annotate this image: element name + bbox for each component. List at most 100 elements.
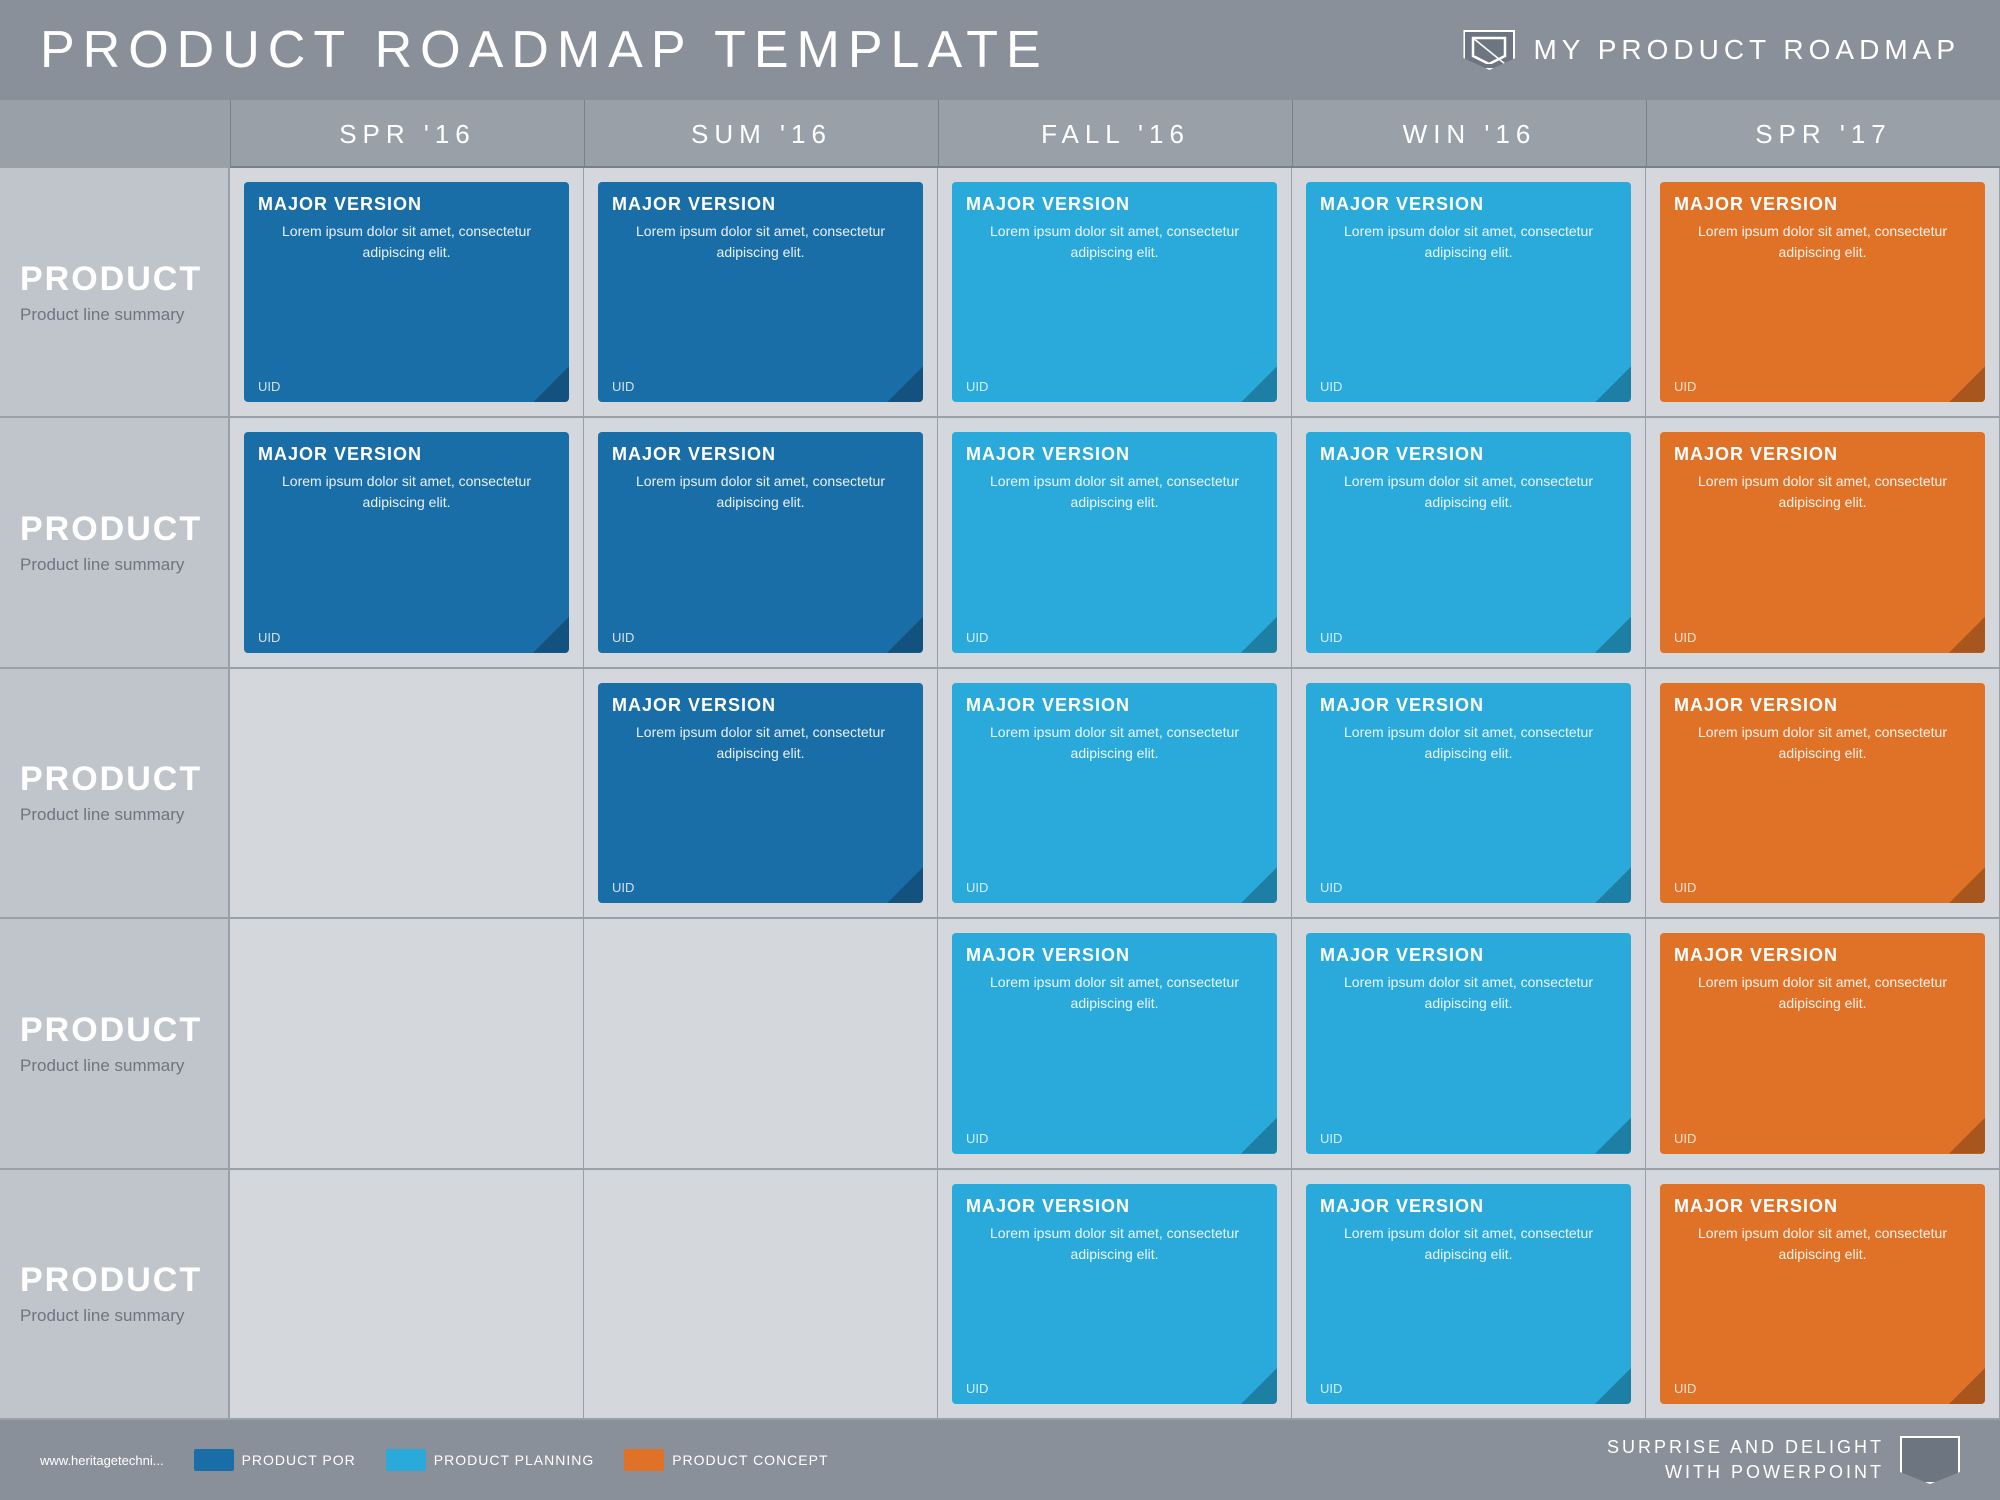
- cell-r4-c2: MAJOR VERSION Lorem ipsum dolor sit amet…: [938, 1170, 1292, 1420]
- card-r2-c1: MAJOR VERSION Lorem ipsum dolor sit amet…: [598, 683, 923, 903]
- cell-r2-c3: MAJOR VERSION Lorem ipsum dolor sit amet…: [1292, 669, 1646, 919]
- legend-label-2: PRODUCT PLANNING: [434, 1452, 594, 1468]
- card-r1-c2: MAJOR VERSION Lorem ipsum dolor sit amet…: [952, 432, 1277, 652]
- card-body-r0-c4: Lorem ipsum dolor sit amet, consectetur …: [1674, 221, 1971, 373]
- product-label-3: PRODUCT Product line summary: [0, 919, 230, 1169]
- header: PRODUCT ROADMAP TEMPLATE MY PRODUCT ROAD…: [0, 0, 2000, 100]
- grid-body: PRODUCT Product line summary MAJOR VERSI…: [0, 168, 2000, 1420]
- header-logo-icon: [1463, 30, 1515, 70]
- card-title-r0-c3: MAJOR VERSION: [1320, 194, 1617, 215]
- card-title-r2-c4: MAJOR VERSION: [1674, 695, 1971, 716]
- card-uid-r1-c1: UID: [612, 630, 909, 645]
- card-r1-c1: MAJOR VERSION Lorem ipsum dolor sit amet…: [598, 432, 923, 652]
- card-body-r1-c0: Lorem ipsum dolor sit amet, consectetur …: [258, 471, 555, 623]
- cell-r2-c1: MAJOR VERSION Lorem ipsum dolor sit amet…: [584, 669, 938, 919]
- cell-r4-c4: MAJOR VERSION Lorem ipsum dolor sit amet…: [1646, 1170, 2000, 1420]
- product-label-4: PRODUCT Product line summary: [0, 1170, 230, 1420]
- card-body-r0-c0: Lorem ipsum dolor sit amet, consectetur …: [258, 221, 555, 373]
- card-r1-c0: MAJOR VERSION Lorem ipsum dolor sit amet…: [244, 432, 569, 652]
- card-title-r3-c4: MAJOR VERSION: [1674, 945, 1971, 966]
- col-header-sum16: SUM '16: [584, 100, 938, 168]
- card-title-r0-c2: MAJOR VERSION: [966, 194, 1263, 215]
- cell-r4-c0: [230, 1170, 584, 1420]
- cell-r4-c1: [584, 1170, 938, 1420]
- cell-r0-c0: MAJOR VERSION Lorem ipsum dolor sit amet…: [230, 168, 584, 418]
- legend-item-2: PRODUCT PLANNING: [386, 1449, 594, 1471]
- card-uid-r3-c4: UID: [1674, 1131, 1971, 1146]
- card-title-r4-c2: MAJOR VERSION: [966, 1196, 1263, 1217]
- card-uid-r0-c1: UID: [612, 379, 909, 394]
- card-uid-r2-c3: UID: [1320, 880, 1617, 895]
- card-body-r1-c2: Lorem ipsum dolor sit amet, consectetur …: [966, 471, 1263, 623]
- card-uid-r0-c3: UID: [1320, 379, 1617, 394]
- card-r2-c2: MAJOR VERSION Lorem ipsum dolor sit amet…: [952, 683, 1277, 903]
- card-r4-c3: MAJOR VERSION Lorem ipsum dolor sit amet…: [1306, 1184, 1631, 1404]
- footer-logo: [1900, 1436, 1960, 1484]
- footer-right: SURPRISE AND DELIGHT WITH POWERPOINT: [1607, 1435, 1960, 1485]
- card-title-r2-c3: MAJOR VERSION: [1320, 695, 1617, 716]
- card-title-r1-c3: MAJOR VERSION: [1320, 444, 1617, 465]
- cell-r3-c4: MAJOR VERSION Lorem ipsum dolor sit amet…: [1646, 919, 2000, 1169]
- cell-r2-c4: MAJOR VERSION Lorem ipsum dolor sit amet…: [1646, 669, 2000, 919]
- card-body-r2-c2: Lorem ipsum dolor sit amet, consectetur …: [966, 722, 1263, 874]
- card-r0-c1: MAJOR VERSION Lorem ipsum dolor sit amet…: [598, 182, 923, 402]
- cell-r2-c2: MAJOR VERSION Lorem ipsum dolor sit amet…: [938, 669, 1292, 919]
- footer-site: www.heritagetechni...: [40, 1453, 164, 1468]
- card-uid-r4-c4: UID: [1674, 1381, 1971, 1396]
- header-right: MY PRODUCT ROADMAP: [1463, 30, 1960, 70]
- card-title-r3-c2: MAJOR VERSION: [966, 945, 1263, 966]
- cell-r4-c3: MAJOR VERSION Lorem ipsum dolor sit amet…: [1292, 1170, 1646, 1420]
- card-body-r0-c2: Lorem ipsum dolor sit amet, consectetur …: [966, 221, 1263, 373]
- card-r3-c4: MAJOR VERSION Lorem ipsum dolor sit amet…: [1660, 933, 1985, 1153]
- product-name-1: PRODUCT: [20, 510, 202, 549]
- cell-r0-c4: MAJOR VERSION Lorem ipsum dolor sit amet…: [1646, 168, 2000, 418]
- header-brand: MY PRODUCT ROADMAP: [1533, 34, 1960, 66]
- card-body-r3-c2: Lorem ipsum dolor sit amet, consectetur …: [966, 972, 1263, 1124]
- product-summary-4: Product line summary: [20, 1306, 184, 1326]
- card-uid-r1-c2: UID: [966, 630, 1263, 645]
- cell-r0-c1: MAJOR VERSION Lorem ipsum dolor sit amet…: [584, 168, 938, 418]
- card-r0-c4: MAJOR VERSION Lorem ipsum dolor sit amet…: [1660, 182, 1985, 402]
- product-summary-1: Product line summary: [20, 555, 184, 575]
- card-r3-c2: MAJOR VERSION Lorem ipsum dolor sit amet…: [952, 933, 1277, 1153]
- footer: www.heritagetechni... PRODUCT POR PRODUC…: [0, 1420, 2000, 1500]
- card-uid-r0-c2: UID: [966, 379, 1263, 394]
- col-header-empty: [0, 100, 230, 168]
- product-label-0: PRODUCT Product line summary: [0, 168, 230, 418]
- card-uid-r2-c1: UID: [612, 880, 909, 895]
- cell-r3-c3: MAJOR VERSION Lorem ipsum dolor sit amet…: [1292, 919, 1646, 1169]
- card-title-r4-c4: MAJOR VERSION: [1674, 1196, 1971, 1217]
- card-body-r3-c3: Lorem ipsum dolor sit amet, consectetur …: [1320, 972, 1617, 1124]
- card-title-r1-c0: MAJOR VERSION: [258, 444, 555, 465]
- footer-left: www.heritagetechni... PRODUCT POR PRODUC…: [40, 1449, 829, 1471]
- card-body-r2-c1: Lorem ipsum dolor sit amet, consectetur …: [612, 722, 909, 874]
- card-title-r2-c1: MAJOR VERSION: [612, 695, 909, 716]
- card-uid-r1-c0: UID: [258, 630, 555, 645]
- legend-item-1: PRODUCT POR: [194, 1449, 356, 1471]
- cell-r3-c1: [584, 919, 938, 1169]
- card-body-r2-c4: Lorem ipsum dolor sit amet, consectetur …: [1674, 722, 1971, 874]
- card-r0-c3: MAJOR VERSION Lorem ipsum dolor sit amet…: [1306, 182, 1631, 402]
- cell-r1-c3: MAJOR VERSION Lorem ipsum dolor sit amet…: [1292, 418, 1646, 668]
- card-title-r1-c2: MAJOR VERSION: [966, 444, 1263, 465]
- card-body-r2-c3: Lorem ipsum dolor sit amet, consectetur …: [1320, 722, 1617, 874]
- legend-label-3: PRODUCT CONCEPT: [672, 1452, 828, 1468]
- card-r1-c3: MAJOR VERSION Lorem ipsum dolor sit amet…: [1306, 432, 1631, 652]
- card-uid-r3-c3: UID: [1320, 1131, 1617, 1146]
- card-title-r1-c1: MAJOR VERSION: [612, 444, 909, 465]
- column-headers: SPR '16 SUM '16 FALL '16 WIN '16 SPR '17: [0, 100, 2000, 168]
- product-name-0: PRODUCT: [20, 260, 202, 299]
- header-title: PRODUCT ROADMAP TEMPLATE: [40, 20, 1049, 80]
- legend-item-3: PRODUCT CONCEPT: [624, 1449, 828, 1471]
- card-uid-r0-c4: UID: [1674, 379, 1971, 394]
- product-name-4: PRODUCT: [20, 1261, 202, 1300]
- footer-tagline-line2: WITH POWERPOINT: [1607, 1460, 1884, 1485]
- cell-r3-c0: [230, 919, 584, 1169]
- product-summary-3: Product line summary: [20, 1056, 184, 1076]
- footer-tagline: SURPRISE AND DELIGHT WITH POWERPOINT: [1607, 1435, 1884, 1485]
- card-r3-c3: MAJOR VERSION Lorem ipsum dolor sit amet…: [1306, 933, 1631, 1153]
- card-uid-r2-c2: UID: [966, 880, 1263, 895]
- card-uid-r2-c4: UID: [1674, 880, 1971, 895]
- card-body-r0-c1: Lorem ipsum dolor sit amet, consectetur …: [612, 221, 909, 373]
- card-uid-r1-c3: UID: [1320, 630, 1617, 645]
